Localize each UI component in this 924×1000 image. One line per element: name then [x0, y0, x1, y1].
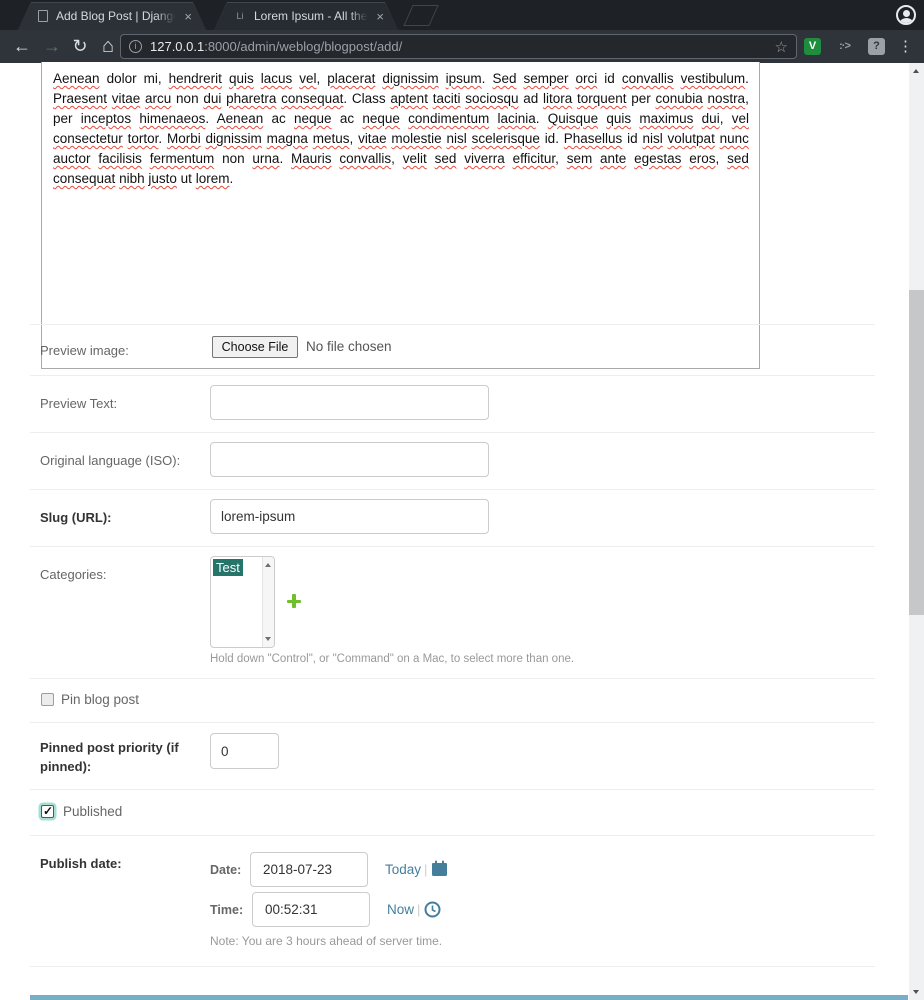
post-body-textarea[interactable]: Aenean dolor mi, hendrerit quis lacus ve…: [41, 62, 760, 369]
categories-help-text: Hold down "Control", or "Command" on a M…: [210, 653, 574, 665]
original-language-label: Original language (ISO):: [40, 453, 180, 468]
original-language-input[interactable]: [210, 442, 489, 477]
select-scrollbar[interactable]: [262, 557, 274, 647]
scrollbar-up-icon[interactable]: [913, 69, 919, 73]
file-status-text: No file chosen: [306, 339, 392, 354]
tab-strip: Add Blog Post | Django si × Li Lorem Ips…: [0, 0, 924, 30]
preview-text-input[interactable]: [210, 385, 489, 420]
new-tab-button[interactable]: [403, 5, 438, 26]
row-divider: [30, 546, 875, 547]
date-input[interactable]: [250, 852, 368, 887]
priority-input[interactable]: [210, 733, 279, 769]
preview-image-label: Preview image:: [40, 343, 129, 358]
url-path: :8000/admin/weblog/blogpost/add/: [204, 39, 402, 54]
row-divider: [30, 678, 875, 679]
slug-input[interactable]: [210, 499, 489, 534]
separator: |: [424, 862, 427, 877]
today-link[interactable]: Today: [385, 862, 421, 877]
page-favicon-icon: [38, 10, 48, 22]
tab-title: Lorem Ipsum - All the fac: [254, 9, 370, 23]
scrollbar-down-icon[interactable]: [913, 990, 919, 994]
extension-help-icon[interactable]: ?: [868, 38, 885, 55]
url-text[interactable]: 127.0.0.1:8000/admin/weblog/blogpost/add…: [150, 39, 769, 54]
tab-lorem-ipsum[interactable]: Li Lorem Ipsum - All the fac ×: [214, 2, 398, 30]
reload-icon[interactable]: ↻: [66, 30, 94, 63]
post-body-text: Aenean dolor mi, hendrerit quis lacus ve…: [53, 69, 749, 189]
info-icon[interactable]: i: [129, 40, 142, 53]
row-divider: [30, 722, 875, 723]
extension-v-icon[interactable]: V: [804, 38, 821, 55]
home-icon[interactable]: ⌂: [94, 30, 122, 63]
page-scrollbar[interactable]: [909, 63, 924, 1000]
browser-menu-icon[interactable]: ⋮: [898, 36, 913, 57]
scroll-down-icon[interactable]: [265, 637, 271, 641]
back-icon[interactable]: ←: [8, 30, 36, 63]
published-checkbox[interactable]: [41, 805, 54, 818]
add-category-icon[interactable]: [287, 594, 301, 608]
admin-form: Aenean dolor mi, hendrerit quis lacus ve…: [0, 63, 909, 1000]
lipsum-favicon-icon: Li: [234, 10, 246, 22]
time-sublabel: Time:: [210, 903, 243, 917]
now-link[interactable]: Now: [387, 902, 414, 917]
clock-icon[interactable]: [424, 901, 441, 918]
scrollbar-thumb[interactable]: [909, 290, 924, 615]
row-divider: [30, 835, 875, 836]
extension-dots-icon[interactable]: :·>: [836, 38, 853, 55]
slug-label: Slug (URL):: [40, 510, 111, 525]
categories-label: Categories:: [40, 567, 106, 582]
tab-close-icon[interactable]: ×: [376, 10, 384, 23]
time-input[interactable]: [252, 892, 370, 927]
browser-toolbar: ← → ↻ ⌂ i 127.0.0.1:8000/admin/weblog/bl…: [0, 30, 924, 63]
row-divider: [30, 432, 875, 433]
date-sublabel: Date:: [210, 863, 241, 877]
pin-label[interactable]: Pin blog post: [61, 692, 139, 707]
bookmark-star-icon[interactable]: ☆: [775, 38, 788, 56]
address-bar[interactable]: i 127.0.0.1:8000/admin/weblog/blogpost/a…: [120, 34, 797, 59]
row-divider: [30, 489, 875, 490]
row-divider: [30, 375, 875, 376]
timezone-note: Note: You are 3 hours ahead of server ti…: [210, 934, 442, 948]
row-divider: [30, 966, 875, 967]
browser-window: Add Blog Post | Django si × Li Lorem Ips…: [0, 0, 924, 1000]
tab-add-blog-post[interactable]: Add Blog Post | Django si ×: [18, 2, 206, 30]
url-domain: 127.0.0.1: [150, 39, 204, 54]
choose-file-button[interactable]: Choose File: [212, 336, 298, 358]
scroll-up-icon[interactable]: [265, 563, 271, 567]
publish-date-label: Publish date:: [40, 856, 122, 871]
forward-icon[interactable]: →: [38, 30, 66, 63]
category-option-test[interactable]: Test: [213, 559, 243, 576]
pin-checkbox[interactable]: [41, 693, 54, 706]
published-label[interactable]: Published: [63, 804, 122, 819]
profile-avatar-icon[interactable]: [896, 5, 916, 25]
calendar-icon[interactable]: [431, 860, 448, 877]
separator: |: [417, 902, 420, 917]
categories-select[interactable]: Test: [210, 556, 275, 648]
preview-text-label: Preview Text:: [40, 396, 117, 411]
module-header-bar: [30, 995, 908, 1000]
tab-title: Add Blog Post | Django si: [56, 9, 178, 23]
tab-close-icon[interactable]: ×: [184, 10, 192, 23]
row-divider: [30, 789, 875, 790]
priority-label: Pinned post priority (if pinned):: [40, 738, 192, 776]
row-divider: [30, 324, 875, 325]
